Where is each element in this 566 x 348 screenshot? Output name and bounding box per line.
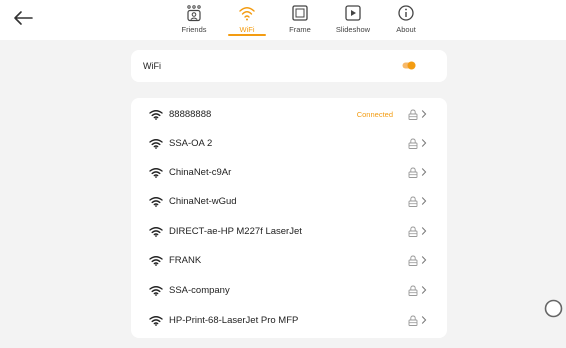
wifi-signal-icon bbox=[149, 227, 163, 237]
network-name: ChinaNet-wGud bbox=[169, 196, 237, 207]
tab-wifi[interactable]: WiFi bbox=[221, 0, 273, 40]
tab-slideshow[interactable]: Slideshow bbox=[327, 0, 379, 40]
lock-icon bbox=[408, 226, 418, 237]
tab-friends[interactable]: Friends bbox=[168, 0, 220, 40]
chevron-right-icon bbox=[421, 316, 427, 324]
tab-bar: Friends WiFi Frame Slideshow About bbox=[168, 0, 433, 40]
chevron-right-icon bbox=[421, 168, 427, 176]
wifi-setting-label: WiFi bbox=[143, 61, 161, 71]
arrow-left-icon[interactable] bbox=[12, 9, 34, 27]
tab-frame[interactable]: Frame bbox=[274, 0, 326, 40]
network-row[interactable]: FRANK bbox=[131, 247, 447, 276]
tab-wifi-label: WiFi bbox=[239, 25, 255, 34]
network-row[interactable]: DIRECT-ae-HP M227f LaserJet bbox=[131, 218, 447, 247]
network-row[interactable]: SSA-company bbox=[131, 277, 447, 306]
wifi-signal-icon bbox=[149, 256, 163, 266]
tab-slideshow-label: Slideshow bbox=[335, 25, 371, 34]
wifi-signal-icon bbox=[149, 139, 163, 149]
lock-icon bbox=[408, 109, 418, 120]
network-name: DIRECT-ae-HP M227f LaserJet bbox=[169, 226, 302, 237]
top-navigation-bar: Friends WiFi Frame Slideshow About bbox=[0, 0, 566, 40]
network-name: SSA-company bbox=[169, 285, 230, 296]
chevron-right-icon bbox=[421, 227, 427, 235]
network-name: SSA-OA 2 bbox=[169, 138, 213, 149]
chevron-right-icon bbox=[421, 286, 427, 294]
friends-icon bbox=[187, 5, 201, 22]
wifi-signal-icon bbox=[149, 286, 163, 296]
network-list: 88888888 Connected SSA-OA 2 ChinaNet-c9Ar Ch… bbox=[131, 98, 447, 338]
lock-icon bbox=[408, 196, 418, 207]
chevron-right-icon bbox=[421, 110, 427, 118]
chevron-right-icon bbox=[421, 139, 427, 147]
lock-icon bbox=[408, 285, 418, 296]
network-row[interactable]: 88888888 Connected bbox=[131, 101, 447, 130]
lock-icon bbox=[408, 255, 418, 266]
wifi-icon bbox=[239, 7, 255, 21]
network-name: 88888888 bbox=[169, 109, 212, 120]
info-icon bbox=[398, 5, 414, 21]
network-row[interactable]: HP-Print-68-LaserJet Pro MFP bbox=[131, 307, 447, 336]
network-row[interactable]: ChinaNet-c9Ar bbox=[131, 159, 447, 188]
wifi-signal-icon bbox=[149, 197, 163, 207]
lock-icon bbox=[408, 315, 418, 326]
tab-about-label: About bbox=[396, 25, 416, 34]
wifi-setting-card: WiFi bbox=[131, 50, 447, 82]
wifi-signal-icon bbox=[149, 168, 163, 178]
assistive-touch-icon[interactable] bbox=[544, 299, 563, 318]
network-name: HP-Print-68-LaserJet Pro MFP bbox=[169, 315, 299, 326]
wifi-signal-icon bbox=[149, 110, 163, 120]
wifi-signal-icon bbox=[149, 316, 163, 326]
lock-icon bbox=[408, 138, 418, 149]
tab-frame-label: Frame bbox=[289, 25, 311, 34]
tab-about[interactable]: About bbox=[380, 0, 432, 40]
network-status: Connected bbox=[356, 110, 393, 119]
lock-icon bbox=[408, 167, 418, 178]
network-name: FRANK bbox=[169, 255, 202, 266]
network-name: ChinaNet-c9Ar bbox=[169, 167, 232, 178]
chevron-right-icon bbox=[421, 197, 427, 205]
slideshow-icon bbox=[345, 5, 361, 21]
tab-friends-label: Friends bbox=[181, 25, 207, 34]
network-row[interactable]: ChinaNet-wGud bbox=[131, 188, 447, 217]
frame-icon bbox=[292, 5, 308, 21]
chevron-right-icon bbox=[421, 256, 427, 264]
network-row[interactable]: SSA-OA 2 bbox=[131, 130, 447, 159]
wifi-toggle[interactable] bbox=[402, 61, 416, 70]
